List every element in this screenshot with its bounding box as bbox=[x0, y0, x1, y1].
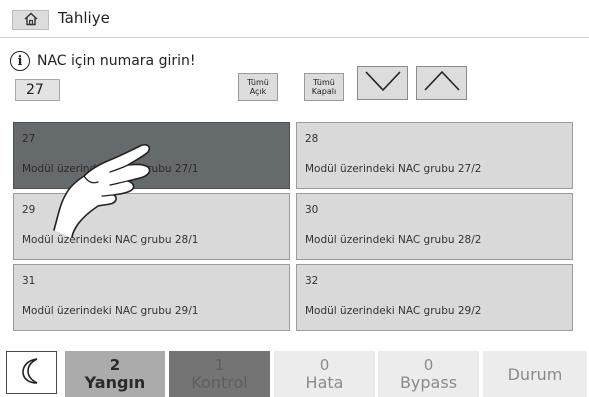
scroll-up-button[interactable] bbox=[416, 66, 467, 100]
nac-group-tile[interactable]: 32 Modül üzerindeki NAC grubu 29/2 bbox=[296, 264, 573, 331]
info-icon: i bbox=[10, 51, 30, 71]
fire-count: 2 bbox=[109, 355, 121, 374]
chevron-down-icon bbox=[363, 69, 403, 97]
nac-number-input[interactable]: 27 bbox=[15, 79, 60, 101]
standby-button[interactable] bbox=[6, 351, 57, 394]
fault-count: 0 bbox=[319, 355, 330, 374]
status-tab-status[interactable]: Durum bbox=[483, 351, 587, 397]
scroll-down-button[interactable] bbox=[357, 66, 408, 100]
nac-group-number: 28 bbox=[305, 133, 319, 145]
nac-group-description: Modül üzerindeki NAC grubu 27/2 bbox=[305, 163, 482, 175]
all-on-button[interactable]: Tümü Açık bbox=[238, 73, 278, 101]
bypass-count: 0 bbox=[423, 355, 434, 374]
nac-group-tile[interactable]: 27 Modül üzerindeki NAC grubu 27/1 bbox=[13, 122, 290, 189]
status-tab-bypass[interactable]: 0 Bypass bbox=[378, 351, 479, 397]
nac-group-tile[interactable]: 29 Modül üzerindeki NAC grubu 28/1 bbox=[13, 193, 290, 260]
status-tab-fault[interactable]: 0 Hata bbox=[274, 351, 375, 397]
fire-label: Yangın bbox=[84, 372, 146, 392]
nac-group-tile[interactable]: 28 Modül üzerindeki NAC grubu 27/2 bbox=[296, 122, 573, 189]
nac-group-number: 29 bbox=[22, 204, 36, 216]
status-tab-control[interactable]: 1 Kontrol bbox=[169, 351, 270, 397]
instruction-text: NAC için numara girin! bbox=[37, 53, 196, 69]
home-button[interactable] bbox=[12, 10, 49, 30]
nac-group-number: 32 bbox=[305, 275, 319, 287]
nac-group-description: Modül üzerindeki NAC grubu 29/1 bbox=[22, 305, 199, 317]
fault-label: Hata bbox=[305, 372, 344, 392]
nac-group-number: 27 bbox=[22, 133, 36, 145]
nac-group-tile[interactable]: 31 Modül üzerindeki NAC grubu 29/1 bbox=[13, 264, 290, 331]
nac-group-description: Modül üzerindeki NAC grubu 29/2 bbox=[305, 305, 482, 317]
nac-group-description: Modül üzerindeki NAC grubu 28/2 bbox=[305, 234, 482, 246]
nac-group-number: 30 bbox=[305, 204, 319, 216]
header-bar: Tahliye bbox=[0, 0, 589, 38]
bypass-label: Bypass bbox=[399, 372, 458, 392]
control-label: Kontrol bbox=[191, 372, 248, 392]
status-label: Durum bbox=[507, 364, 563, 384]
moon-icon bbox=[21, 357, 43, 389]
page-title: Tahliye bbox=[58, 9, 110, 27]
chevron-up-icon bbox=[422, 69, 462, 97]
home-icon bbox=[23, 11, 39, 30]
control-count: 1 bbox=[214, 355, 225, 374]
nac-group-description: Modül üzerindeki NAC grubu 28/1 bbox=[22, 234, 199, 246]
nac-group-number: 31 bbox=[22, 275, 36, 287]
status-tab-fire[interactable]: 2 Yangın bbox=[65, 351, 165, 397]
nac-group-description: Modül üzerindeki NAC grubu 27/1 bbox=[22, 163, 199, 175]
all-off-button[interactable]: Tümü Kapalı bbox=[304, 73, 344, 101]
nac-group-tile[interactable]: 30 Modül üzerindeki NAC grubu 28/2 bbox=[296, 193, 573, 260]
instruction-row: i NAC için numara girin! bbox=[10, 51, 195, 71]
